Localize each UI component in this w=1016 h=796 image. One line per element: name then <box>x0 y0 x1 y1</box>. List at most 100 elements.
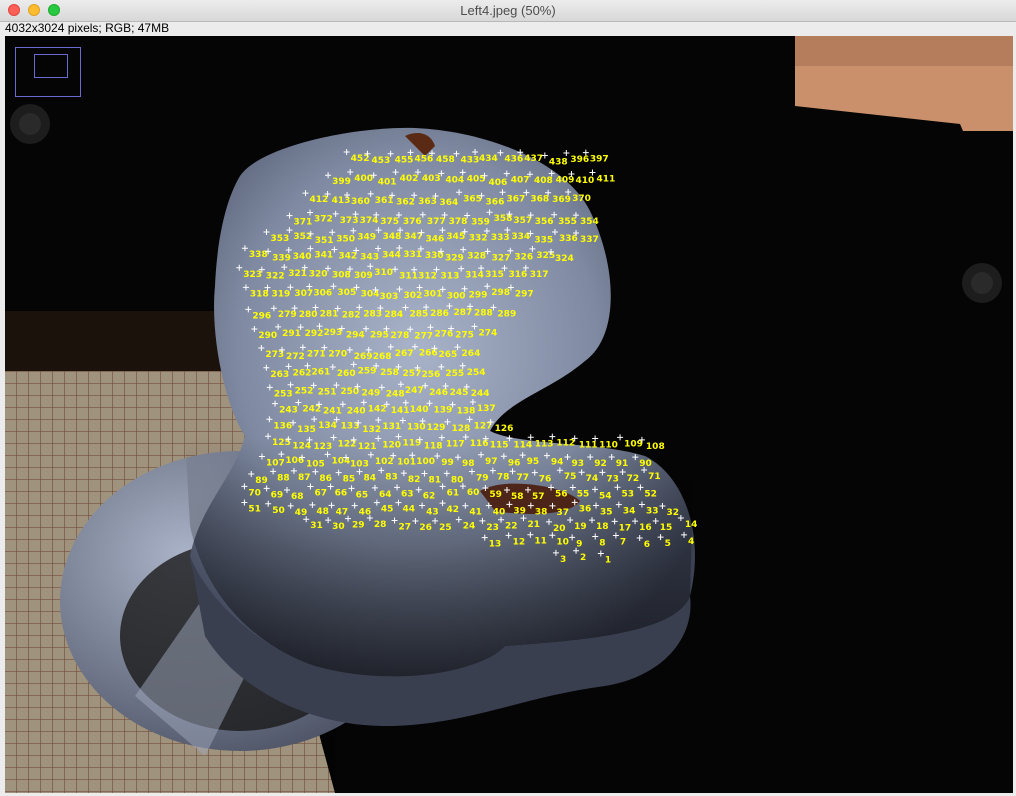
landmark-label: 9 <box>576 539 582 549</box>
landmark-label: 103 <box>350 459 369 469</box>
landmark-label: 455 <box>395 156 414 166</box>
landmark-label: 302 <box>404 291 423 301</box>
landmark-label: 318 <box>250 289 269 299</box>
landmark-label: 114 <box>513 440 532 450</box>
landmark-label: 347 <box>404 232 423 242</box>
landmark-label: 92 <box>594 459 607 469</box>
landmark-label: 49 <box>295 508 308 518</box>
landmark-label: 97 <box>485 457 498 467</box>
landmark-label: 59 <box>489 490 502 500</box>
landmark-label: 94 <box>551 458 564 468</box>
landmark-label: 79 <box>476 474 489 484</box>
landmark-label: 286 <box>430 309 449 319</box>
landmark-label: 102 <box>375 457 394 467</box>
landmark-label: 89 <box>255 476 268 486</box>
landmark-label: 299 <box>469 291 488 301</box>
landmark-label: 71 <box>648 472 661 482</box>
landmark-label: 27 <box>399 523 412 533</box>
landmark-label: 84 <box>364 474 377 484</box>
landmark-label: 131 <box>382 422 401 432</box>
landmark-label: 341 <box>314 251 333 261</box>
landmark-label: 336 <box>559 234 578 244</box>
landmark-label: 370 <box>572 194 591 204</box>
landmark-label: 317 <box>530 270 549 280</box>
landmark-label: 333 <box>491 233 510 243</box>
landmark-label: 93 <box>572 459 585 469</box>
landmark-label: 75 <box>564 472 577 482</box>
landmark-label: 377 <box>427 217 446 227</box>
navigator-thumbnail[interactable] <box>15 47 81 97</box>
landmark-label: 82 <box>408 475 421 485</box>
landmark-label: 29 <box>352 521 365 531</box>
landmark-label: 135 <box>297 425 316 435</box>
landmark-label: 269 <box>354 352 373 362</box>
landmark-label: 361 <box>375 196 394 206</box>
landmark-label: 400 <box>354 174 373 184</box>
landmark-label: 123 <box>313 442 332 452</box>
landmark-label: 369 <box>552 195 571 205</box>
landmark-label: 24 <box>463 522 476 532</box>
landmark-label: 458 <box>436 155 455 165</box>
landmark-label: 309 <box>354 271 373 281</box>
landmark-label: 436 <box>504 155 523 165</box>
landmark-label: 113 <box>535 439 554 449</box>
title-bar[interactable]: Left4.jpeg (50%) <box>0 0 1016 22</box>
landmark-label: 243 <box>279 406 298 416</box>
landmark-label: 345 <box>446 232 465 242</box>
landmark-label: 403 <box>422 174 441 184</box>
landmark-label: 434 <box>479 154 498 164</box>
landmark-label: 32 <box>666 508 679 518</box>
photo-image[interactable]: 452 453 455 456 458 433 434 436 437 438 396 397399 4… <box>5 36 1013 793</box>
landmark-label: 277 <box>414 331 433 341</box>
landmark-label: 396 <box>570 155 589 165</box>
landmark-label: 275 <box>455 330 474 340</box>
landmark-label: 87 <box>298 473 311 483</box>
landmark-label: 45 <box>381 505 394 515</box>
landmark-label: 315 <box>485 270 504 280</box>
landmark-label: 412 <box>310 195 329 205</box>
landmark-label: 248 <box>386 389 405 399</box>
landmark-label: 259 <box>358 366 377 376</box>
landmark-label: 312 <box>418 272 437 282</box>
landmark-label: 359 <box>471 217 490 227</box>
landmark-label: 66 <box>335 489 348 499</box>
landmark-label: 11 <box>534 537 547 547</box>
landmark-label: 364 <box>440 198 459 208</box>
landmark-label: 61 <box>447 488 460 498</box>
landmark-label: 48 <box>316 507 329 517</box>
landmark-label: 90 <box>639 459 652 469</box>
landmark-label: 81 <box>428 476 441 486</box>
landmark-label: 13 <box>489 540 502 550</box>
landmark-label: 142 <box>368 404 387 414</box>
landmark-label: 281 <box>320 310 339 320</box>
landmark-label: 30 <box>332 522 345 532</box>
landmark-label: 321 <box>288 269 307 279</box>
landmark-label: 110 <box>599 441 618 451</box>
landmark-label: 25 <box>439 523 452 533</box>
landmark-label: 77 <box>517 473 530 483</box>
landmark-label: 91 <box>616 459 629 469</box>
landmark-label: 6 <box>644 540 650 550</box>
landmark-label: 374 <box>360 216 379 226</box>
landmark-label: 99 <box>441 458 454 468</box>
landmark-label: 10 <box>556 537 569 547</box>
image-canvas[interactable]: 452 453 455 456 458 433 434 436 437 438 396 397 399 4… <box>5 36 1013 793</box>
landmark-label: 246 <box>429 388 448 398</box>
navigator-viewport[interactable] <box>34 54 68 78</box>
landmark-label: 272 <box>286 352 305 362</box>
landmark-label: 375 <box>380 217 399 227</box>
landmark-label: 357 <box>513 216 532 226</box>
landmark-label: 346 <box>425 235 444 245</box>
landmark-label: 453 <box>371 156 390 166</box>
landmark-label: 140 <box>410 405 429 415</box>
landmark-label: 356 <box>535 217 554 227</box>
landmark-label: 337 <box>580 235 599 245</box>
landmark-label: 332 <box>469 234 488 244</box>
landmark-label: 285 <box>410 309 429 319</box>
landmark-label: 112 <box>556 439 575 449</box>
landmark-label: 121 <box>358 442 377 452</box>
landmark-label: 242 <box>302 405 321 415</box>
landmark-label: 18 <box>596 522 609 532</box>
landmark-label: 73 <box>606 474 619 484</box>
landmark-label: 344 <box>382 250 401 260</box>
